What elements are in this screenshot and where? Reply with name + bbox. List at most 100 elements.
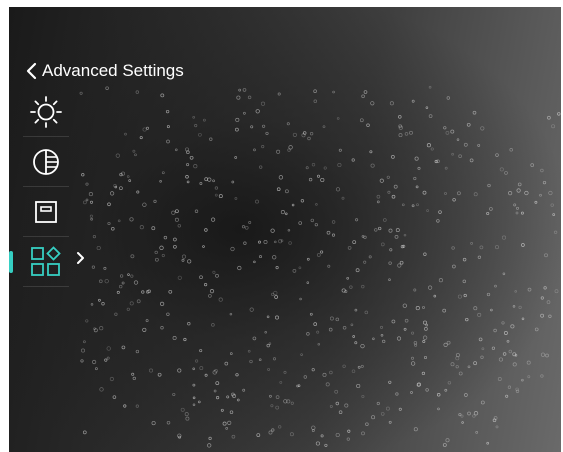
noise-speck — [237, 265, 242, 271]
noise-speck — [107, 221, 111, 226]
noise-speck — [130, 274, 134, 278]
noise-speck — [540, 352, 546, 357]
noise-speck — [550, 203, 554, 207]
noise-speck — [423, 320, 427, 325]
noise-speck — [309, 132, 314, 136]
noise-speck — [463, 142, 468, 147]
noise-speck — [415, 185, 419, 189]
noise-speck — [136, 190, 140, 194]
noise-speck — [126, 307, 130, 311]
noise-speck — [266, 343, 270, 348]
noise-speck — [259, 255, 262, 259]
noise-speck — [352, 240, 357, 245]
noise-speck — [472, 110, 477, 115]
noise-speck — [242, 388, 246, 392]
noise-speck — [380, 325, 383, 329]
noise-speck — [177, 368, 182, 373]
noise-speck — [316, 330, 320, 334]
noise-speck — [514, 290, 517, 293]
noise-speck — [234, 156, 238, 159]
noise-speck — [130, 254, 135, 259]
noise-speck — [329, 404, 333, 408]
noise-speck — [194, 209, 199, 213]
noise-speck — [521, 243, 525, 247]
noise-speck — [91, 265, 96, 269]
noise-speck — [411, 99, 415, 103]
noise-speck — [256, 433, 261, 437]
noise-speck — [199, 182, 203, 185]
noise-speck — [258, 240, 261, 244]
noise-speck — [388, 261, 392, 265]
noise-speck — [534, 200, 538, 204]
menu-item-function-settings[interactable] — [9, 237, 69, 287]
noise-speck — [371, 415, 376, 420]
noise-speck — [216, 396, 220, 400]
noise-speck — [149, 368, 153, 373]
noise-speck — [395, 392, 399, 396]
noise-speck — [506, 339, 510, 343]
noise-speck — [557, 112, 561, 116]
noise-speck — [329, 370, 333, 375]
noise-speck — [388, 228, 393, 233]
noise-speck — [107, 202, 111, 207]
noise-speck — [166, 139, 170, 144]
menu-item-brightness[interactable] — [23, 87, 69, 137]
noise-speck — [313, 89, 317, 93]
noise-speck — [311, 163, 316, 167]
noise-speck — [346, 437, 350, 441]
noise-speck — [386, 175, 390, 179]
noise-speck — [513, 203, 517, 207]
noise-speck — [530, 163, 535, 167]
noise-speck — [253, 148, 256, 152]
noise-speck — [229, 312, 233, 316]
noise-speck — [473, 306, 478, 311]
noise-speck — [359, 118, 364, 123]
noise-speck — [119, 274, 124, 278]
noise-speck — [166, 312, 170, 316]
noise-speck — [351, 158, 355, 162]
noise-speck — [85, 319, 89, 323]
noise-speck — [413, 427, 418, 432]
noise-speck — [273, 290, 278, 296]
noise-speck — [495, 153, 499, 157]
noise-speck — [382, 218, 387, 222]
noise-speck — [214, 186, 219, 190]
noise-speck — [260, 101, 266, 106]
noise-speck — [250, 125, 254, 129]
back-button[interactable]: Advanced Settings — [25, 61, 184, 81]
noise-speck — [515, 211, 519, 215]
noise-speck — [382, 339, 386, 344]
noise-speck — [328, 327, 333, 332]
noise-speck — [428, 85, 432, 89]
noise-speck — [361, 235, 365, 238]
noise-speck — [266, 315, 270, 319]
noise-speck — [135, 90, 139, 94]
noise-speck — [187, 322, 191, 326]
noise-speck — [298, 266, 302, 270]
menu-item-contrast[interactable] — [23, 137, 69, 187]
noise-speck — [337, 162, 342, 168]
noise-speck — [416, 203, 419, 207]
noise-speck — [455, 365, 459, 369]
noise-speck — [133, 280, 139, 285]
noise-speck — [185, 416, 190, 421]
noise-speck — [243, 111, 246, 115]
noise-speck — [222, 421, 227, 426]
noise-speck — [180, 407, 185, 412]
noise-speck — [247, 95, 252, 100]
noise-speck — [354, 308, 358, 312]
noise-speck — [505, 394, 509, 398]
noise-speck — [132, 149, 136, 153]
noise-speck — [395, 228, 400, 233]
noise-speck — [552, 213, 556, 216]
noise-speck — [311, 368, 315, 372]
noise-speck — [521, 378, 524, 382]
noise-speck — [450, 362, 455, 367]
noise-speck — [288, 145, 293, 150]
noise-speck — [105, 86, 109, 90]
noise-speck — [264, 331, 267, 334]
noise-speck — [393, 184, 398, 189]
noise-speck — [503, 331, 508, 335]
menu-item-frame[interactable] — [23, 187, 69, 237]
noise-speck — [366, 123, 370, 128]
